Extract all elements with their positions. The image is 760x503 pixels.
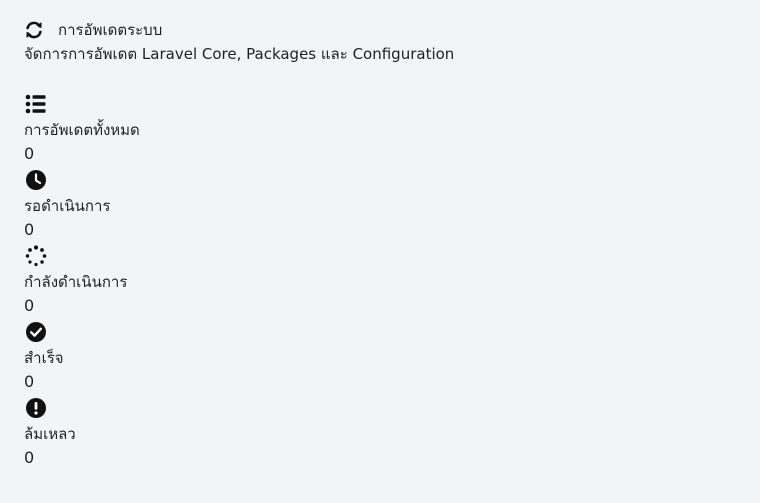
stats-list: การอัพเดตทั้งหมด 0 รอดำเนินการ 0 กำลังดำ… bbox=[24, 92, 744, 472]
spinner-icon bbox=[24, 244, 48, 268]
list-icon bbox=[24, 92, 48, 116]
stat-success: สำเร็จ 0 bbox=[24, 320, 744, 396]
stat-label: สำเร็จ bbox=[24, 349, 64, 367]
stat-label: การอัพเดตทั้งหมด bbox=[24, 121, 140, 139]
stat-value: 0 bbox=[24, 144, 35, 163]
clock-icon bbox=[24, 168, 48, 192]
stat-value: 0 bbox=[24, 220, 35, 239]
stat-pending: รอดำเนินการ 0 bbox=[24, 168, 744, 244]
stat-total-updates: การอัพเดตทั้งหมด 0 bbox=[24, 92, 744, 168]
stat-failed: ล้มเหลว 0 bbox=[24, 396, 744, 472]
check-circle-icon bbox=[24, 320, 48, 344]
stat-label: รอดำเนินการ bbox=[24, 197, 111, 215]
stat-label: กำลังดำเนินการ bbox=[24, 273, 128, 291]
stat-value: 0 bbox=[24, 372, 35, 391]
exclamation-circle-icon bbox=[24, 396, 48, 420]
stat-value: 0 bbox=[24, 296, 35, 315]
page-title: การอัพเดตระบบ bbox=[58, 21, 163, 39]
stat-value: 0 bbox=[24, 448, 35, 467]
page-subtitle: จัดการการอัพเดต Laravel Core, Packages แ… bbox=[24, 45, 455, 63]
page-header: การอัพเดตระบบ bbox=[24, 18, 744, 42]
system-update-page: การอัพเดตระบบ จัดการการอัพเดต Laravel Co… bbox=[24, 18, 744, 472]
stat-in-progress: กำลังดำเนินการ 0 bbox=[24, 244, 744, 320]
sync-icon bbox=[24, 20, 44, 40]
stat-label: ล้มเหลว bbox=[24, 425, 76, 443]
